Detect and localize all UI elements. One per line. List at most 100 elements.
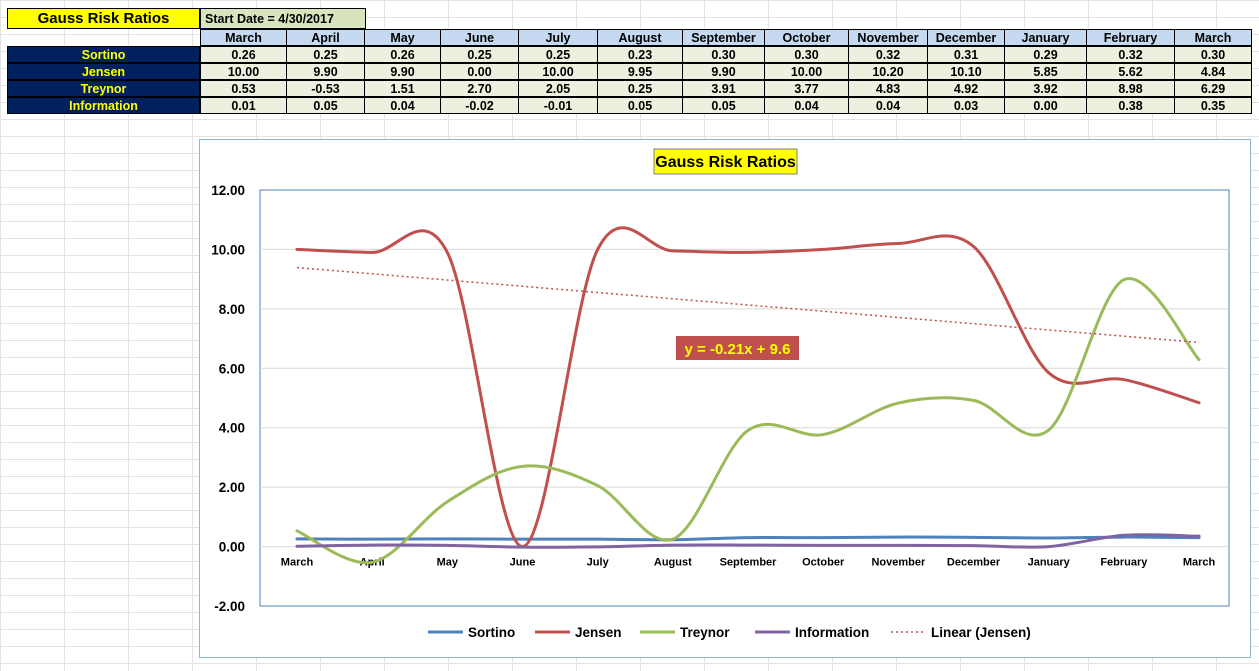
legend-item-jensen[interactable]: Jensen — [535, 625, 622, 640]
value-cell[interactable]: 10.00 — [518, 63, 598, 80]
value-cell[interactable]: 10.00 — [764, 63, 849, 80]
value-cell[interactable]: 9.95 — [597, 63, 683, 80]
x-tick-label: March — [281, 557, 314, 569]
month-header[interactable]: February — [1086, 29, 1175, 46]
value-cell[interactable]: -0.02 — [440, 97, 519, 114]
row-label-sortino[interactable]: Sortino — [7, 46, 200, 63]
series-line-treynor[interactable] — [295, 277, 1201, 565]
legend-item-linear-jensen-[interactable]: Linear (Jensen) — [891, 625, 1031, 640]
chart-area[interactable]: -2.00 0.00 2.00 4.00 6.00 8.00 10.00 12.00 Marc… — [199, 139, 1251, 658]
value-cell[interactable]: 9.90 — [364, 63, 441, 80]
value-cell[interactable]: 3.77 — [764, 80, 849, 97]
value-cell[interactable]: 5.62 — [1086, 63, 1175, 80]
value-cell[interactable]: 3.92 — [1004, 80, 1087, 97]
legend-label: Information — [795, 625, 869, 640]
value-cell[interactable]: 10.20 — [848, 63, 928, 80]
value-cell[interactable]: 0.01 — [200, 97, 287, 114]
month-header[interactable]: August — [597, 29, 683, 46]
trendline-jensen[interactable] — [296, 266, 1200, 344]
x-tick-label: September — [720, 557, 778, 569]
row-label-jensen[interactable]: Jensen — [7, 63, 200, 80]
value-cell[interactable]: 0.05 — [286, 97, 365, 114]
value-cell[interactable]: 0.35 — [1174, 97, 1252, 114]
value-cell[interactable]: 0.03 — [927, 97, 1005, 114]
series-lines — [295, 226, 1201, 565]
value-cell[interactable]: 0.32 — [1086, 46, 1175, 63]
month-header[interactable]: December — [927, 29, 1005, 46]
value-cell[interactable]: 0.25 — [518, 46, 598, 63]
month-header[interactable]: November — [848, 29, 928, 46]
value-cell[interactable]: 0.25 — [286, 46, 365, 63]
value-cell[interactable]: 0.38 — [1086, 97, 1175, 114]
value-cell[interactable]: 0.00 — [1004, 97, 1087, 114]
value-cell[interactable]: 2.05 — [518, 80, 598, 97]
x-tick-label: March — [1183, 557, 1216, 569]
y-tick-label: -2.00 — [214, 599, 245, 614]
value-cell[interactable]: 0.30 — [682, 46, 765, 63]
value-cell[interactable]: 8.98 — [1086, 80, 1175, 97]
line-chart: -2.00 0.00 2.00 4.00 6.00 8.00 10.00 12.00 Marc… — [211, 148, 1230, 640]
y-tick-label: 0.00 — [219, 540, 245, 555]
month-header[interactable]: October — [764, 29, 849, 46]
value-cell[interactable]: 0.23 — [597, 46, 683, 63]
month-header[interactable]: May — [364, 29, 441, 46]
value-cell[interactable]: 0.30 — [1174, 46, 1252, 63]
value-cell[interactable]: 1.51 — [364, 80, 441, 97]
row-label-treynor[interactable]: Treynor — [7, 80, 200, 97]
x-tick-label: January — [1028, 557, 1071, 569]
value-cell[interactable]: 6.29 — [1174, 80, 1252, 97]
row-label-information[interactable]: Information — [7, 97, 200, 114]
value-cell[interactable]: 2.70 — [440, 80, 519, 97]
value-cell[interactable]: 9.90 — [682, 63, 765, 80]
value-cell[interactable]: 0.29 — [1004, 46, 1087, 63]
x-tick-label: November — [871, 557, 926, 569]
legend-item-information[interactable]: Information — [755, 625, 869, 640]
month-header[interactable]: January — [1004, 29, 1087, 46]
x-axis-ticks: March April May June July August September Octo… — [281, 557, 1216, 569]
month-header[interactable]: March — [200, 29, 287, 46]
legend[interactable]: Sortino Jensen Treynor Information Linear (J… — [428, 625, 1031, 640]
month-header[interactable]: July — [518, 29, 598, 46]
value-cell[interactable]: 0.30 — [764, 46, 849, 63]
value-cell[interactable]: 0.25 — [440, 46, 519, 63]
value-cell[interactable]: 0.04 — [364, 97, 441, 114]
month-header[interactable]: April — [286, 29, 365, 46]
value-cell[interactable]: 0.53 — [200, 80, 287, 97]
y-tick-label: 6.00 — [219, 361, 245, 376]
value-cell[interactable]: -0.53 — [286, 80, 365, 97]
trendline-equation[interactable]: y = -0.21x + 9.6 — [676, 336, 799, 360]
value-cell[interactable]: 10.00 — [200, 63, 287, 80]
value-cell[interactable]: 0.04 — [848, 97, 928, 114]
value-cell[interactable]: 0.32 — [848, 46, 928, 63]
chart-title[interactable]: Gauss Risk Ratios — [653, 148, 798, 175]
value-cell[interactable]: 0.05 — [682, 97, 765, 114]
value-cell[interactable]: 0.26 — [200, 46, 287, 63]
legend-item-treynor[interactable]: Treynor — [640, 625, 730, 640]
value-cell[interactable]: 4.92 — [927, 80, 1005, 97]
month-header[interactable]: March — [1174, 29, 1252, 46]
x-tick-label: May — [437, 557, 459, 569]
value-cell[interactable]: 5.85 — [1004, 63, 1087, 80]
value-cell[interactable]: 0.04 — [764, 97, 849, 114]
legend-label: Treynor — [680, 625, 730, 640]
legend-item-sortino[interactable]: Sortino — [428, 625, 515, 640]
value-cell[interactable]: 0.00 — [440, 63, 519, 80]
x-tick-label: July — [587, 557, 610, 569]
start-date-cell[interactable]: Start Date = 4/30/2017 — [200, 8, 366, 29]
value-cell[interactable]: 3.91 — [682, 80, 765, 97]
value-cell[interactable]: 10.10 — [927, 63, 1005, 80]
series-line-jensen[interactable] — [295, 226, 1201, 549]
series-line-sortino[interactable] — [295, 535, 1201, 542]
month-header[interactable]: September — [682, 29, 765, 46]
value-cell[interactable]: 4.83 — [848, 80, 928, 97]
y-tick-label: 4.00 — [219, 421, 245, 436]
value-cell[interactable]: -0.01 — [518, 97, 598, 114]
value-cell[interactable]: 9.90 — [286, 63, 365, 80]
value-cell[interactable]: 0.26 — [364, 46, 441, 63]
sheet-title-cell[interactable]: Gauss Risk Ratios — [7, 8, 200, 29]
month-header[interactable]: June — [440, 29, 519, 46]
value-cell[interactable]: 0.31 — [927, 46, 1005, 63]
value-cell[interactable]: 4.84 — [1174, 63, 1252, 80]
value-cell[interactable]: 0.25 — [597, 80, 683, 97]
value-cell[interactable]: 0.05 — [597, 97, 683, 114]
